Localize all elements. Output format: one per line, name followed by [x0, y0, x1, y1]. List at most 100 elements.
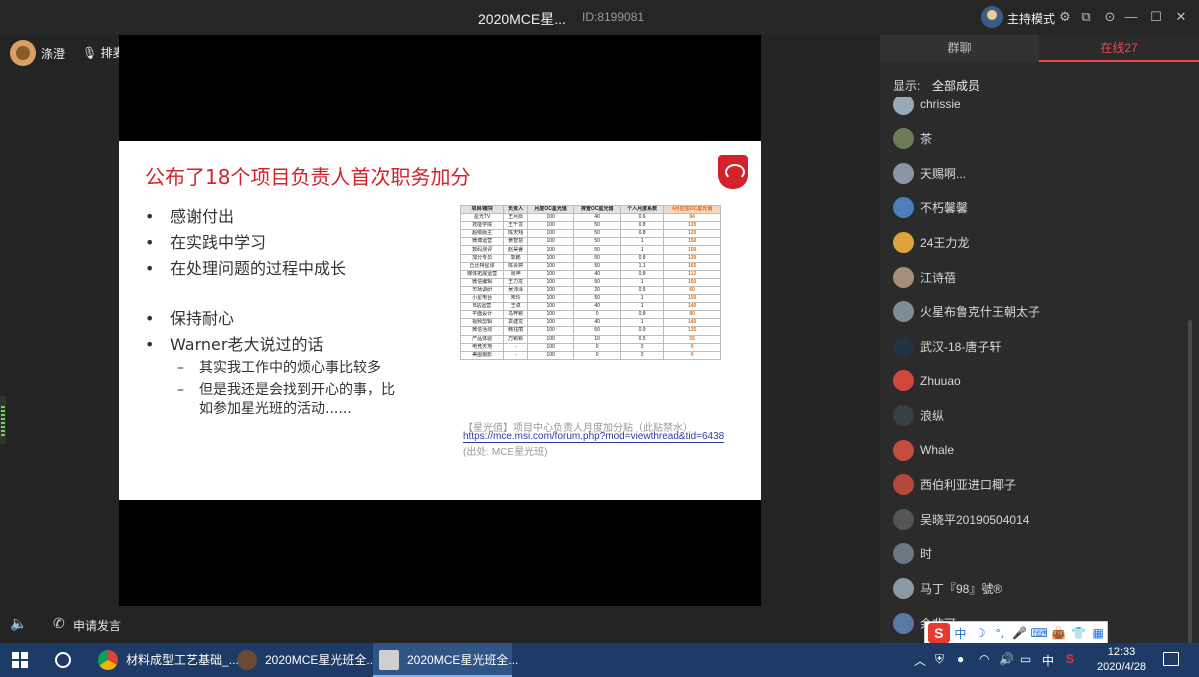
input-language[interactable]: 中 [1042, 652, 1054, 669]
member-name: 茶 [920, 132, 933, 147]
moon-icon[interactable]: ☽ [971, 626, 989, 640]
voice-input-icon[interactable]: 🎤 [1011, 626, 1029, 640]
table-cell: 80 [663, 310, 721, 320]
member-item[interactable]: 江诗蓓 [893, 265, 956, 289]
sogou-logo-icon[interactable]: S [928, 623, 950, 643]
table-cell: 产品体验 [459, 334, 505, 344]
member-item[interactable]: 茶 [893, 127, 932, 151]
table-cell: 陈青婷 [503, 261, 528, 271]
ime-lang-toggle[interactable]: 中 [952, 625, 970, 642]
member-item[interactable]: 火星布鲁克什王朝太子 [893, 300, 1040, 324]
table-cell: 黄智慧 [503, 237, 528, 247]
table-cell: 40 [573, 302, 621, 312]
meeting-window: 2020MCE星... ID:8199081 主持模式 ⚙ ⧉ ⊙ — ☐ ✕ … [0, 0, 1199, 643]
notification-icon[interactable] [1163, 652, 1179, 666]
table-cell: 120 [663, 221, 721, 231]
source-link[interactable]: https://mce.msi.com/forum.php?mod=viewth… [463, 431, 725, 443]
minimize-icon[interactable]: — [1122, 8, 1140, 26]
punctuation-icon[interactable]: °, [991, 626, 1009, 640]
help-icon[interactable]: ⊙ [1101, 8, 1119, 26]
volume-icon[interactable]: 🔊 [999, 652, 1014, 666]
keyboard-icon[interactable]: ⌨ [1030, 626, 1048, 640]
grid-menu-icon[interactable]: ▦ [1089, 626, 1107, 640]
table-cell: 50 [573, 277, 621, 287]
table-cell: - [503, 342, 528, 352]
windows-start-icon[interactable] [12, 652, 28, 668]
table-cell: 0.8 [619, 221, 665, 231]
taskbar-item-chrome[interactable]: 材料成型工艺基础_... [92, 643, 239, 677]
member-item[interactable]: 吴晓平20190504014 [893, 507, 1029, 531]
request-speak-button[interactable]: 申请发言 [73, 617, 121, 634]
table-cell: 100 [526, 302, 575, 312]
table-row: 数码测评 赵昊睿 100 50 1 150 [459, 245, 721, 255]
toolbox-icon[interactable]: 👜 [1050, 626, 1068, 640]
table-cell: 技能学院 [459, 221, 505, 231]
table-cell: 0.5 [619, 285, 665, 296]
slide-window-icon [379, 650, 399, 670]
table-cell: 150 [663, 237, 721, 247]
table-cell: 100 [526, 221, 575, 231]
mic-icon: 🎙 [82, 46, 98, 60]
member-item[interactable]: 时 [893, 542, 932, 566]
member-item[interactable]: 马丁『98』號® [893, 576, 1002, 600]
speaker-chip[interactable]: 涤澄 [10, 40, 65, 66]
tray-chevron-icon[interactable]: ︿ [914, 652, 926, 669]
defender-icon[interactable]: ⛨ [935, 652, 944, 667]
member-item[interactable]: 24王力龙 [893, 230, 969, 254]
table-header-cell: 排查OC星光值 [573, 204, 621, 215]
table-cell: 小星电台 [459, 294, 505, 304]
table-row: 微信编辑 王力龙 100 50 1 150 [459, 277, 721, 287]
member-item[interactable]: 浪纵 [893, 403, 944, 427]
popout-icon[interactable]: ⧉ [1077, 8, 1095, 26]
maximize-icon[interactable]: ☐ [1147, 8, 1165, 26]
member-item[interactable]: 西伯利亚进口椰子 [893, 473, 1016, 497]
speaker-icon[interactable]: 🔈 [10, 615, 27, 631]
table-cell: 120 [663, 253, 721, 263]
battery-icon[interactable]: ▭ [1020, 652, 1031, 666]
member-avatar [893, 543, 914, 565]
table-cell: 0 [619, 350, 665, 360]
member-item[interactable]: 武汉-18-唐子轩 [893, 334, 1001, 358]
member-item[interactable]: Whale [893, 438, 954, 462]
sogou-tray-icon[interactable]: ● [957, 652, 964, 666]
member-avatar [893, 508, 914, 530]
taskbar-item-meeting-1[interactable]: 2020MCE星光班全... [231, 643, 376, 677]
system-clock[interactable]: 12:33 2020/4/28 [1094, 645, 1149, 675]
table-cell: 10 [573, 334, 621, 344]
member-item[interactable]: 不朽馨馨 [893, 196, 968, 220]
tab-group-chat[interactable]: 群聊 [880, 35, 1039, 62]
table-cell: 周坤 [503, 269, 528, 279]
settings-icon[interactable]: ⚙ [1056, 8, 1074, 26]
tab-online[interactable]: 在线27 [1039, 35, 1199, 62]
table-cell: 马梓颖 [503, 310, 528, 320]
table-cell: 50 [573, 261, 621, 271]
table-cell: 王月辰 [503, 213, 528, 223]
source-note: (出处: MCE星光班) [463, 447, 548, 458]
member-item[interactable]: Zhuuao [893, 369, 961, 393]
host-mode-label[interactable]: 主持模式 [1007, 10, 1055, 27]
member-name: 西伯利亚进口椰子 [920, 478, 1017, 493]
table-cell: 150 [663, 245, 721, 255]
network-icon[interactable]: ◠ [979, 652, 989, 666]
filter-dropdown[interactable]: 全部成员 [932, 77, 980, 94]
member-item[interactable]: 天赐啊... [893, 161, 966, 185]
member-list-scrollbar[interactable] [1188, 320, 1192, 643]
member-avatar [893, 404, 914, 426]
search-circle-icon[interactable] [55, 652, 71, 668]
table-cell: 100 [526, 229, 575, 239]
close-icon[interactable]: ✕ [1172, 8, 1190, 26]
room-id: ID:8199081 [582, 10, 645, 24]
member-name: 江诗蓓 [920, 270, 957, 285]
sogou-ime-icon[interactable]: S [1066, 652, 1074, 666]
phone-icon[interactable]: ✆ [53, 615, 69, 631]
host-avatar[interactable] [981, 6, 1003, 28]
table-cell: 100 [526, 334, 575, 344]
member-item[interactable]: chrissie [893, 97, 961, 116]
taskbar-item-meeting-2[interactable]: 2020MCE星光班全... [373, 643, 518, 677]
table-cell: 0.8 [619, 269, 665, 279]
table-cell: 微信活动 [459, 326, 505, 336]
skin-icon[interactable]: 👕 [1070, 626, 1088, 640]
table-cell: 140 [663, 302, 721, 312]
table-cell: 150 [663, 277, 721, 287]
table-cell: 1.1 [619, 261, 665, 271]
